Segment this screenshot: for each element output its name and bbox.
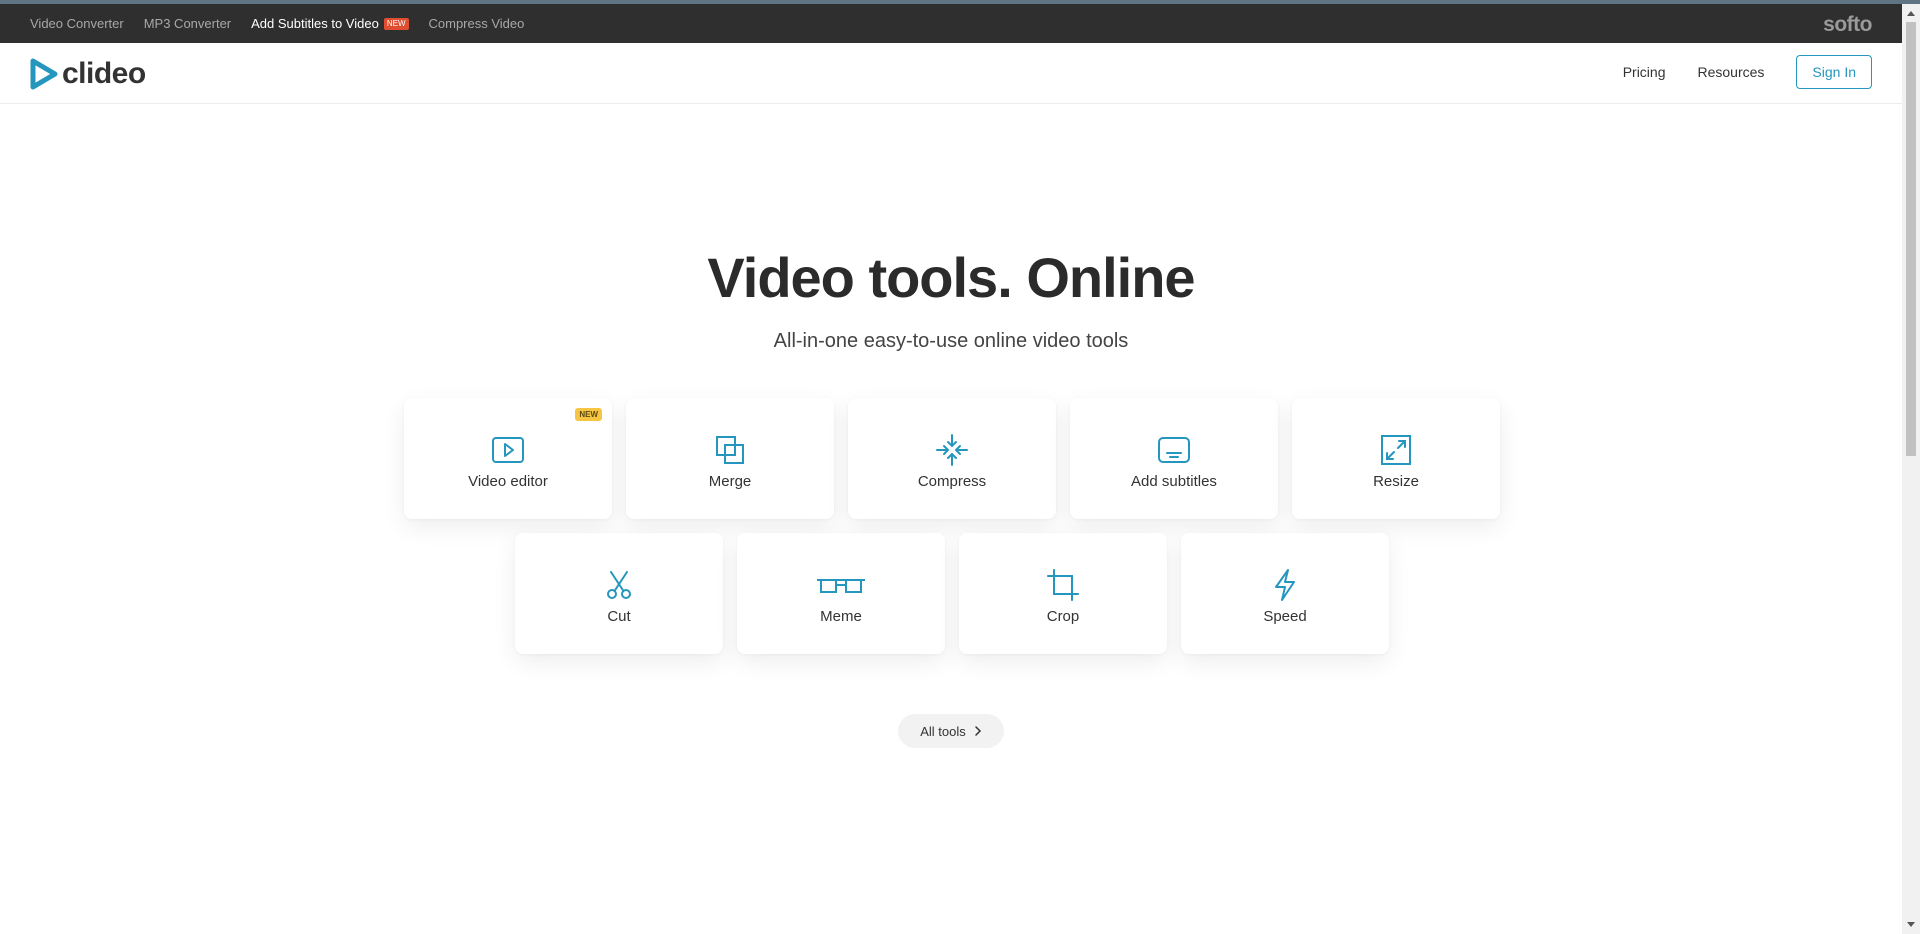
- tool-label: Crop: [1046, 608, 1080, 625]
- main-nav: Pricing Resources Sign In: [1623, 55, 1872, 89]
- softo-logo[interactable]: softo: [1823, 13, 1872, 37]
- crop-icon: [1047, 569, 1079, 601]
- topbar-link-compress-video[interactable]: Compress Video: [429, 16, 525, 31]
- resize-icon: [1381, 435, 1411, 465]
- merge-icon: [716, 436, 744, 464]
- clideo-play-logo-icon: [30, 58, 58, 90]
- logo-text: clideo: [62, 57, 146, 90]
- tool-tile-speed[interactable]: Speed: [1181, 533, 1389, 654]
- tool-label: Cut: [607, 608, 631, 625]
- tool-tile-cut[interactable]: Cut: [515, 533, 723, 654]
- topbar-link-video-converter[interactable]: Video Converter: [30, 16, 124, 31]
- meme-icon: [817, 579, 865, 593]
- scroll-up-arrow-icon[interactable]: [1907, 11, 1915, 16]
- tool-tile-crop[interactable]: Crop: [959, 533, 1167, 654]
- nav-resources[interactable]: Resources: [1697, 64, 1764, 80]
- page-title: Video tools. Online: [707, 246, 1195, 309]
- clideo-logo[interactable]: clideo: [30, 57, 146, 91]
- softo-topbar: Video Converter MP3 Converter Add Subtit…: [0, 4, 1902, 43]
- scroll-down-arrow-icon[interactable]: [1907, 922, 1915, 927]
- play-icon: [492, 437, 524, 463]
- all-tools-button[interactable]: All tools: [898, 714, 1004, 748]
- subtitles-icon: [1158, 437, 1190, 463]
- sign-in-button[interactable]: Sign In: [1796, 55, 1872, 89]
- scissors-icon: [607, 571, 631, 599]
- tool-label: Meme: [820, 608, 862, 625]
- scroll-thumb[interactable]: [1906, 22, 1916, 456]
- tool-tile-video-editor[interactable]: NEW Video editor: [404, 398, 612, 519]
- tool-label: Video editor: [468, 473, 548, 490]
- lightning-icon: [1275, 569, 1295, 601]
- tool-label: Merge: [708, 473, 752, 490]
- new-badge: NEW: [575, 408, 602, 421]
- topbar-link-add-subtitles[interactable]: Add Subtitles to Video NEW: [251, 16, 409, 31]
- all-tools-label: All tools: [920, 723, 966, 739]
- tool-label: Resize: [1373, 473, 1419, 490]
- tool-tile-merge[interactable]: Merge: [626, 398, 834, 519]
- tool-tile-meme[interactable]: Meme: [737, 533, 945, 654]
- nav-pricing[interactable]: Pricing: [1623, 64, 1666, 80]
- page-scrollbar[interactable]: [1902, 4, 1920, 934]
- topbar-link-label: Add Subtitles to Video: [251, 16, 379, 31]
- compress-icon: [936, 434, 968, 466]
- tool-label: Add subtitles: [1131, 473, 1217, 490]
- tool-label: Speed: [1263, 608, 1307, 625]
- page-subtitle: All-in-one easy-to-use online video tool…: [773, 330, 1129, 352]
- topbar-link-mp3-converter[interactable]: MP3 Converter: [144, 16, 231, 31]
- new-badge: NEW: [383, 17, 409, 30]
- chevron-right-icon: [975, 726, 981, 736]
- tool-tile-resize[interactable]: Resize: [1292, 398, 1500, 519]
- tool-label: Compress: [917, 473, 987, 490]
- site-header: clideo Pricing Resources Sign In: [0, 43, 1902, 104]
- tool-tile-add-subtitles[interactable]: Add subtitles: [1070, 398, 1278, 519]
- tool-tile-compress[interactable]: Compress: [848, 398, 1056, 519]
